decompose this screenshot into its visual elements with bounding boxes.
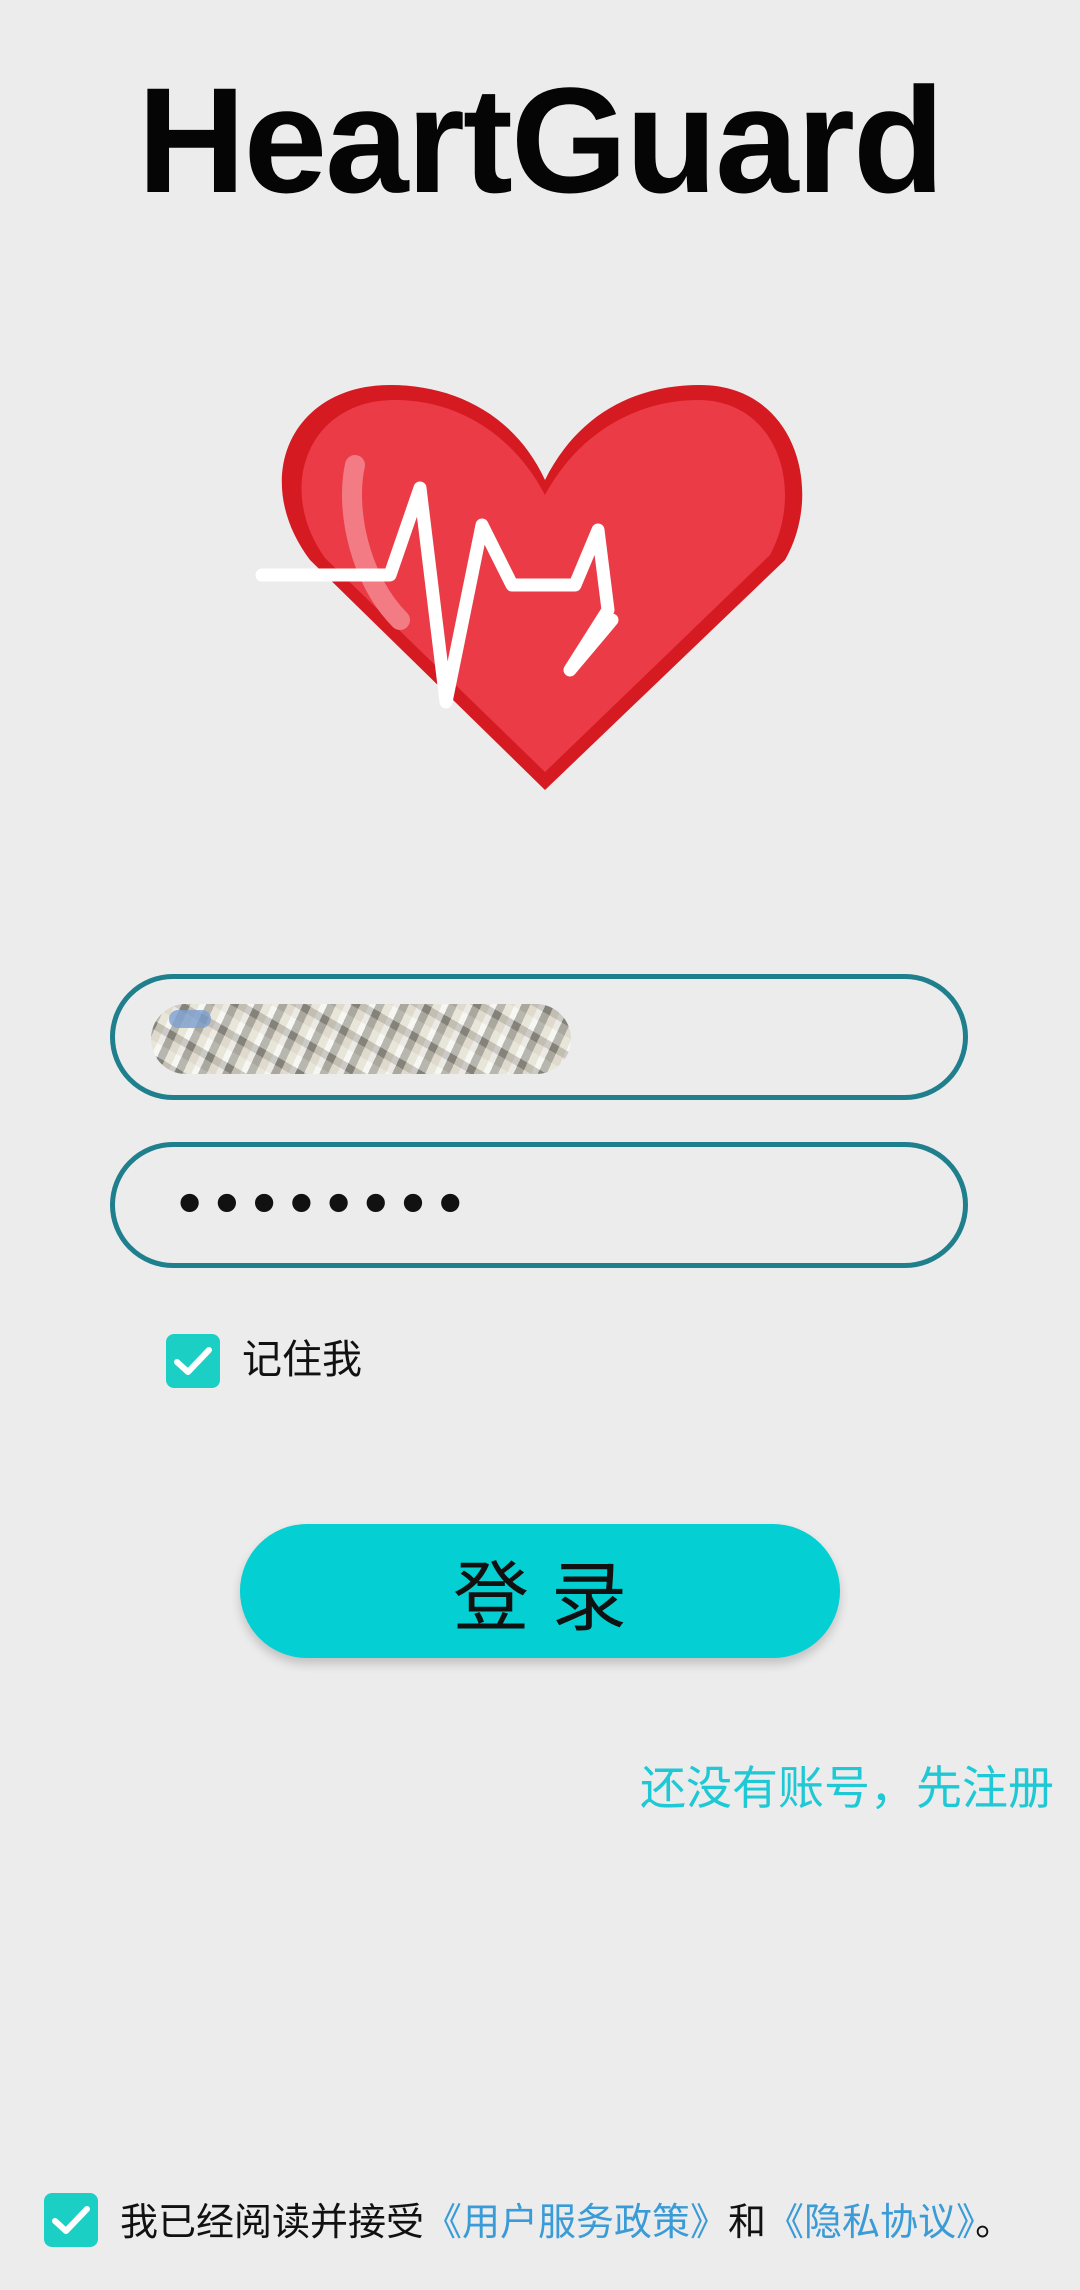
privacy-link[interactable]: 《隐私协议》 [766,2200,975,2244]
remember-me-label[interactable]: 记住我 [242,1328,362,1392]
terms-link[interactable]: 《用户服务政策》 [424,2200,728,2244]
username-value [151,1004,571,1074]
password-field[interactable]: •••••••• [110,1142,968,1268]
agreement-checkbox[interactable] [44,2193,98,2247]
username-field[interactable] [110,974,968,1100]
register-link[interactable]: 还没有账号，先注册 [640,1756,1054,1820]
agreement-text: 我已经阅读并接受《用户服务政策》和《隐私协议》。 [120,2190,1013,2254]
agreement-conjunction: 和 [728,2200,767,2244]
check-icon [174,1347,212,1375]
check-icon [52,2206,90,2234]
login-button[interactable]: 登录 [240,1524,840,1658]
login-button-label: 登录 [453,1553,649,1642]
agreement-suffix: 。 [975,2200,1014,2244]
remember-me-checkbox[interactable] [166,1334,220,1388]
heart-pulse-icon [255,385,803,790]
agreement-prefix: 我已经阅读并接受 [120,2200,425,2244]
password-value: •••••••• [173,1175,471,1235]
app-title: HeartGuard [137,56,944,224]
